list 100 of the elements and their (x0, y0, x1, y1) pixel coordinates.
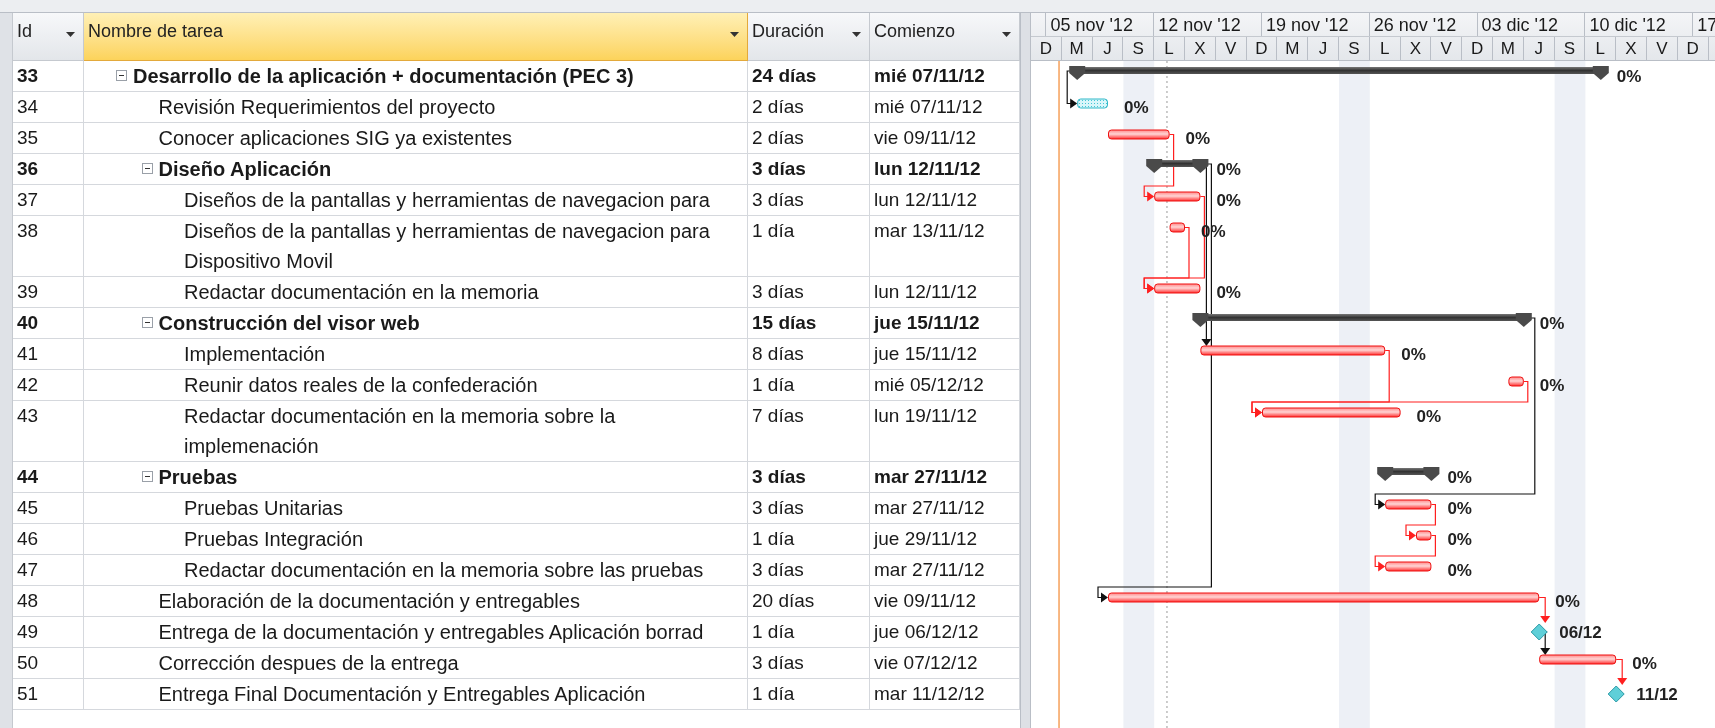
percent-label: 0% (1124, 98, 1149, 117)
task-name: Revisión Requerimientos del proyecto (158, 95, 497, 120)
summary-bar (1377, 467, 1440, 481)
duration-value: 1 día (748, 679, 870, 710)
start-date-value: jue 06/12/12 (870, 617, 1020, 648)
percent-label: 0% (1185, 129, 1211, 148)
row-selector[interactable]: 41 (13, 339, 84, 370)
task-name: Pruebas Integración (184, 527, 364, 552)
task-name: Redactar documentación en la memoria (184, 280, 540, 305)
percent-label: 0% (1447, 468, 1472, 487)
collapse-toggle[interactable] (141, 317, 153, 328)
start-date-value: jue 15/11/12 (870, 308, 1020, 339)
column-header[interactable]: Nombre de tarea (84, 13, 748, 61)
day-label: V (1646, 37, 1678, 60)
percent-label: 0% (1616, 67, 1642, 86)
task-name: Desarrollo de la aplicación + documentación (PEC 3) (133, 64, 635, 89)
row-selector[interactable]: 46 (13, 524, 84, 555)
row-selector[interactable]: 33 (13, 61, 84, 92)
date-label: 11/12 (1636, 685, 1678, 704)
start-date-value: mar 11/12/12 (870, 679, 1020, 710)
day-label: J (1092, 37, 1124, 60)
duration-value: 1 día (748, 370, 870, 401)
summary-bar (1146, 159, 1209, 173)
row-selector[interactable]: 45 (13, 493, 84, 524)
row-selector[interactable]: 43 (13, 401, 84, 462)
row-selector[interactable]: 50 (13, 648, 84, 679)
milestone-diamond (1530, 623, 1548, 641)
day-label: D (1462, 37, 1493, 60)
dependency-arrow (1538, 596, 1551, 623)
percent-label: 0% (1555, 592, 1580, 611)
row-selector[interactable]: 36 (13, 154, 84, 185)
day-label: L (1585, 37, 1617, 60)
row-selector[interactable]: 39 (13, 277, 84, 308)
task-name: Diseño Aplicación (158, 157, 333, 182)
percent-label: 0% (1447, 499, 1472, 518)
collapse-toggle[interactable] (141, 471, 153, 482)
row-selector[interactable]: 37 (13, 185, 84, 216)
duration-value: 3 días (748, 277, 870, 308)
day-label: S (1123, 37, 1155, 60)
start-date-value: lun 12/11/12 (870, 154, 1020, 185)
duration-value: 2 días (748, 92, 870, 123)
column-header[interactable]: Duración (748, 13, 870, 61)
duration-value: 3 días (748, 555, 870, 586)
row-selector[interactable]: 35 (13, 123, 84, 154)
start-date-value: mar 27/11/12 (870, 462, 1020, 493)
collapse-toggle[interactable] (141, 163, 153, 174)
duration-value: 7 días (748, 401, 870, 462)
duration-value: 20 días (748, 586, 870, 617)
row-selector[interactable]: 34 (13, 92, 84, 123)
dropdown-caret-icon (1002, 32, 1011, 37)
dropdown-caret-icon (730, 32, 739, 37)
duration-value: 8 días (748, 339, 870, 370)
task-name: Corrección despues de la entrega (158, 651, 460, 676)
start-date-value: vie 09/11/12 (870, 123, 1020, 154)
day-label: X (1616, 37, 1647, 60)
task-name: Entrega Final Documentación y Entregables Aplicación (158, 682, 647, 707)
row-selector[interactable]: 49 (13, 617, 84, 648)
week-label: 12 nov '12 (1154, 13, 1262, 36)
task-name: Pruebas Unitarias (184, 496, 344, 521)
dependency-arrow (1066, 70, 1078, 109)
percent-label: 0% (1447, 561, 1472, 580)
date-label: 06/12 (1559, 623, 1602, 642)
duration-value: 2 días (748, 123, 870, 154)
task-name: Redactar documentación en la memoria sobre las pruebas (184, 558, 705, 583)
day-label: J (1523, 37, 1555, 60)
start-date-value: lun 19/11/12 (870, 401, 1020, 462)
start-date-value: mar 27/11/12 (870, 555, 1020, 586)
percent-label: 0% (1401, 345, 1426, 364)
task-name: Conocer aplicaciones SIG ya existentes (158, 126, 513, 151)
day-label: M (1277, 37, 1309, 60)
column-header[interactable]: Id (13, 13, 84, 61)
task-name: Implementación (184, 342, 327, 367)
duration-value: 24 días (748, 61, 870, 92)
row-selector[interactable]: 44 (13, 462, 84, 493)
collapse-toggle[interactable] (116, 70, 127, 81)
week-label: 05 nov '12 (1046, 13, 1155, 36)
task-name: Redactar documentación en la memoria sobre la implemenación (184, 404, 617, 459)
row-selector[interactable]: 48 (13, 586, 84, 617)
week-label: 03 dic '12 (1477, 13, 1586, 36)
row-selector[interactable]: 40 (13, 308, 84, 339)
day-label: L (1154, 37, 1185, 60)
task-name: Entrega de la documentación y entregables Aplicación borrad (158, 620, 705, 645)
start-date-value: mar 13/11/12 (870, 216, 1020, 277)
row-selector[interactable]: 42 (13, 370, 84, 401)
dropdown-caret-icon (852, 32, 861, 37)
start-date-value: jue 29/11/12 (870, 524, 1020, 555)
column-header[interactable]: Comienzo (870, 13, 1020, 61)
day-label: S (1554, 37, 1586, 60)
day-label: J (1308, 37, 1339, 60)
start-date-value: jue 15/11/12 (870, 339, 1020, 370)
duration-value: 3 días (748, 493, 870, 524)
row-selector[interactable]: 51 (13, 679, 84, 710)
task-name: Diseños de la pantallas y herramientas de navegacion para Dispositivo Movil (184, 219, 711, 274)
start-date-value: lun 12/11/12 (870, 277, 1020, 308)
row-selector[interactable]: 38 (13, 216, 84, 277)
dependency-arrow (1615, 658, 1628, 685)
start-date-value: mié 07/11/12 (870, 61, 1020, 92)
duration-value: 1 día (748, 216, 870, 277)
row-selector[interactable]: 47 (13, 555, 84, 586)
start-date-value: lun 12/11/12 (870, 185, 1020, 216)
